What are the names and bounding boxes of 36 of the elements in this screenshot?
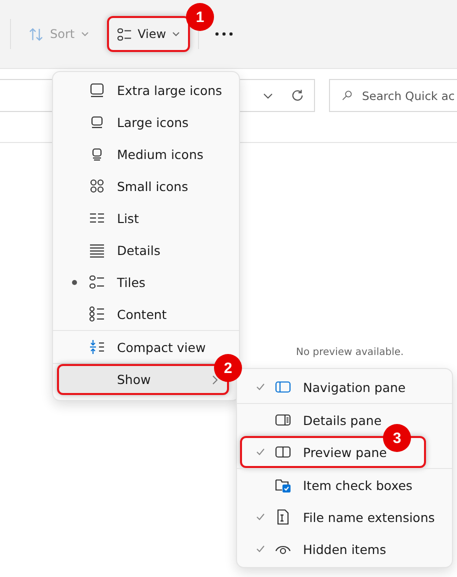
- chevron-icon: [80, 30, 89, 38]
- menu-item[interactable]: Item check boxes: [237, 469, 452, 501]
- preview-message: No preview available.: [296, 347, 404, 358]
- search-icon: [342, 89, 352, 102]
- menu-item[interactable]: Small icons: [53, 170, 239, 202]
- menu-item[interactable]: Large icons: [53, 106, 239, 138]
- extra-large-icon: [89, 82, 105, 98]
- content-icon: [89, 306, 105, 322]
- menu-item[interactable]: Details: [53, 234, 239, 266]
- more-icon[interactable]: [215, 32, 234, 36]
- compact-icon: [89, 339, 105, 355]
- chevron-icon: [172, 30, 180, 38]
- menu-item[interactable]: Extra large icons: [53, 74, 239, 106]
- tiles-icon: [89, 274, 105, 290]
- file-icon: [275, 509, 291, 525]
- refresh-icon[interactable]: [291, 89, 304, 102]
- menu-item[interactable]: File name extensions: [237, 501, 452, 533]
- search-input[interactable]: Search Quick ac: [362, 88, 457, 102]
- details-icon: [89, 242, 105, 258]
- sort-icon: [29, 26, 44, 42]
- menu-item[interactable]: Compact view: [53, 331, 239, 363]
- grid-icon: [89, 178, 105, 194]
- menu-item[interactable]: Hidden items: [237, 533, 452, 565]
- chevron-icon[interactable]: [263, 90, 273, 100]
- menu-item[interactable]: Content: [53, 298, 239, 330]
- menu-item[interactable]: Tiles: [53, 266, 239, 298]
- split-pane-icon: [275, 444, 291, 460]
- chevron-right-icon: [211, 374, 219, 384]
- search-field[interactable]: Search Quick ac: [329, 79, 457, 112]
- folder-checkbox-icon: [275, 477, 291, 493]
- pane-icon: [275, 379, 291, 395]
- menu-item[interactable]: List: [53, 202, 239, 234]
- details-pane-icon: [275, 412, 291, 428]
- tiles-icon: [116, 26, 132, 42]
- menu-item[interactable]: Medium icons: [53, 138, 239, 170]
- large-icon: [89, 114, 105, 130]
